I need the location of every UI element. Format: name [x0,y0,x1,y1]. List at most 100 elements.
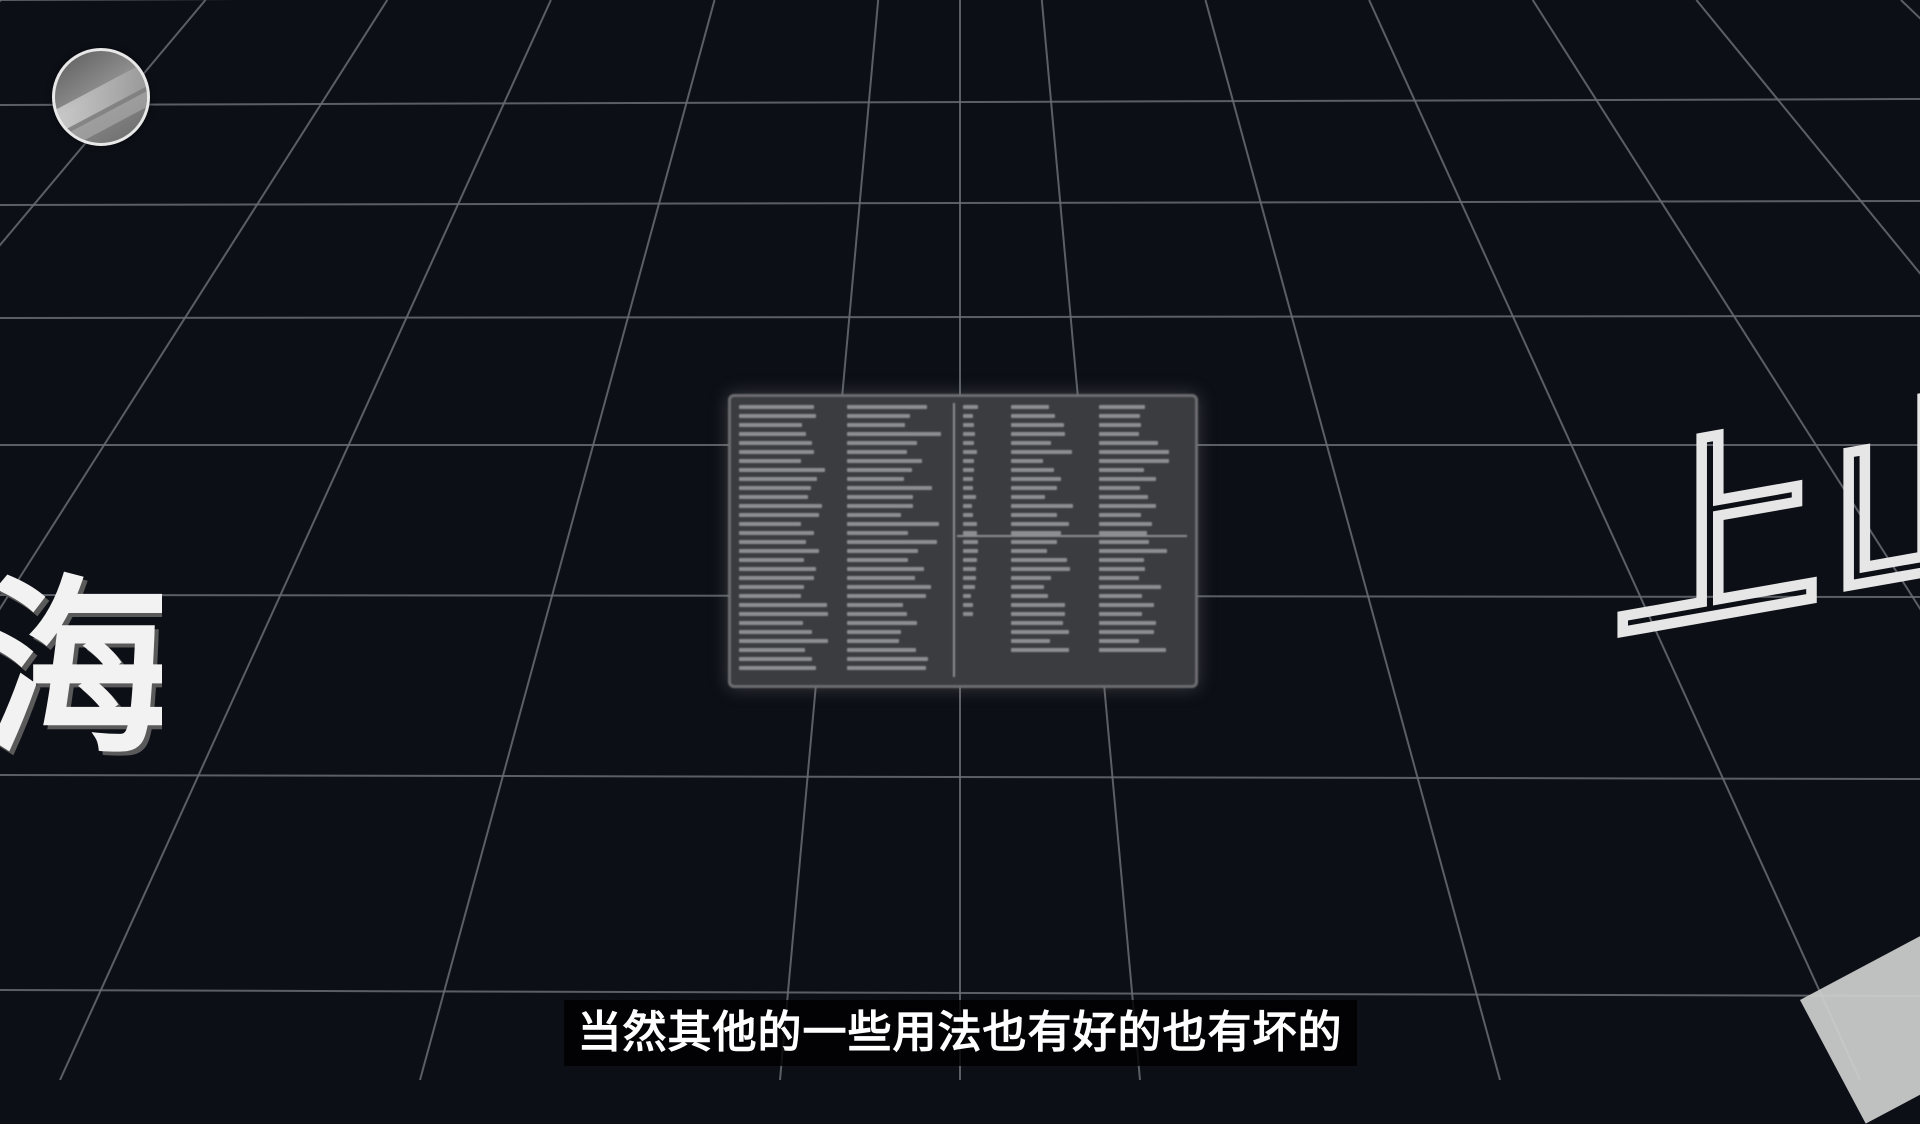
document-text-line [1011,486,1057,490]
document-text-line [847,558,908,562]
document-text-line [963,522,977,526]
document-text-line [1011,531,1061,535]
document-text-line [847,594,926,598]
grid-line [0,0,2,3]
document-text-line [847,612,907,616]
document-text-line [739,558,804,562]
document-text-line [739,441,812,445]
document-text-line [1011,621,1063,625]
document-text-line [963,486,973,490]
document-text-line [739,531,814,535]
document-text-line [847,540,937,544]
document-text-line [739,495,808,499]
document-text-line [1099,639,1139,643]
document-text-line [739,666,816,670]
document-text-line [739,567,816,571]
document-text-line [963,594,971,598]
document-text-line [1099,522,1152,526]
document-text-line [1011,522,1070,526]
document-text-line [963,585,975,589]
document-text-line [739,549,819,553]
document-text-line [847,603,903,607]
document-text-line [739,630,812,634]
document-text-line [739,423,802,427]
document-text-line [963,540,978,544]
top-title-outline [540,0,1440,48]
grid-line [59,0,552,1080]
document-text-line [1011,450,1072,454]
document-text-line [1099,441,1158,445]
document-text-line [847,495,913,499]
document-text-line [847,477,904,481]
document-text-line [739,405,814,409]
document-text-line [739,522,801,526]
document-text-line [739,450,814,454]
document-text-line [1099,594,1143,598]
document-text-line [847,441,917,445]
document-text-line [1011,639,1051,643]
document-text-line [1011,513,1057,517]
document-text-line [1011,504,1074,508]
document-text-line [739,414,816,418]
document-text-line [963,567,977,571]
channel-avatar-icon [52,48,150,146]
document-text-line [847,648,916,652]
document-text-line [847,585,931,589]
document-text-line [1011,441,1051,445]
document-text-line [847,531,908,535]
document-text-line [847,630,901,634]
document-text-line [963,423,975,427]
document-text-line [1011,495,1046,499]
document-text-line [739,621,803,625]
document-text-line [847,621,917,625]
document-text-line [963,432,975,436]
document-text-line [1099,612,1143,616]
document-text-line [1099,477,1157,481]
document-text-line [739,603,827,607]
document-text-line [1099,540,1150,544]
document-text-line [1099,432,1140,436]
document-text-line [1011,468,1055,472]
document-text-line [847,432,941,436]
document-text-line [847,414,910,418]
document-text-line [1011,648,1069,652]
document-text-line [1011,414,1055,418]
document-text-line [739,504,822,508]
subtitle-text: 当然其他的一些用法也有好的也有坏的 [563,1000,1357,1066]
document-text-line [1011,540,1058,544]
document-text-line [963,477,973,481]
document-text-line [847,666,926,670]
document-text-line [739,585,804,589]
document-text-line [739,513,819,517]
blurred-document-icon [728,394,1198,688]
document-text-line [739,657,812,661]
document-text-line [739,639,828,643]
document-text-line [739,612,828,616]
document-text-line [1099,495,1149,499]
document-text-line [1099,603,1154,607]
document-text-line [963,549,978,553]
document-text-line [739,432,806,436]
grid-line [0,0,207,247]
document-text-line [963,468,975,472]
document-text-line [963,603,974,607]
document-text-line [963,558,977,562]
document-text-line [847,576,915,580]
document-text-line [1011,594,1048,598]
document-text-line [963,459,975,463]
document-text-line [1011,612,1065,616]
document-text-line [847,486,932,490]
document-text-line [1099,414,1141,418]
document-text-line [847,504,913,508]
document-text-line [1011,405,1050,409]
document-text-line [1099,576,1139,580]
document-text-line [1099,567,1145,571]
document-text-line [1099,486,1141,490]
left-large-character: 海 [0,570,162,770]
document-text-line [963,441,975,445]
document-text-line [1011,459,1043,463]
document-text-line [739,648,805,652]
document-text-line [1011,567,1071,571]
document-text-line [1099,549,1167,553]
subtitle-bar: 当然其他的一些用法也有好的也有坏的 [0,998,1920,1068]
